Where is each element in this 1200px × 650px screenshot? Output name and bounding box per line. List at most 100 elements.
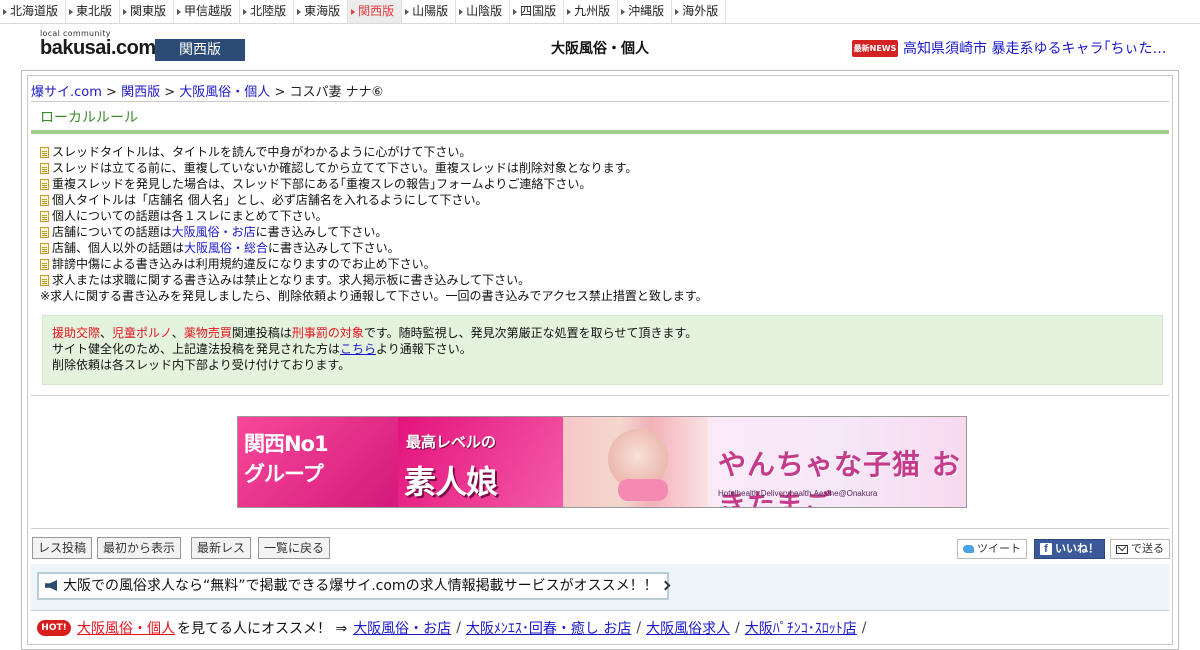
rule-text: に書き込みして下さい。 — [255, 225, 388, 239]
ad-banner[interactable]: 関西No1 グループ 最高レベルの 素人娘 やんちゃな子猫 おきたまご Hote… — [237, 416, 967, 508]
edition-badge: 関西版 — [155, 39, 245, 61]
warning-term: 薬物売買 — [183, 326, 232, 340]
rule-item: 誹謗中傷による書き込みは利用規約違反になりますのでお止め下さい。 — [40, 256, 1160, 272]
breadcrumb: 爆サイ.com > 関西版 > 大阪風俗・個人 > コスパ妻 ナナ⑥ — [31, 81, 383, 100]
local-rules-list: スレッドタイトルは、タイトルを読んで中身がわかるように心がけて下さい。 スレッド… — [40, 144, 1160, 304]
region-tab-kanto[interactable]: 関東版 — [120, 0, 175, 23]
warning-term: 援助交際 — [52, 326, 101, 340]
region-tab-okinawa[interactable]: 沖縄版 — [618, 0, 673, 23]
document-icon — [40, 226, 49, 238]
news-ticker[interactable]: 最新NEWS 高知県須崎市 暴走系ゆるキャラ｢ちぃた… — [852, 38, 1182, 58]
legal-warning-box: 援助交際、児童ポルノ、薬物売買関連投稿は刑事罰の対象です。随時監視し、発見次第厳… — [42, 315, 1163, 385]
site-logo[interactable]: local community bakusai.com — [40, 29, 156, 60]
rule-item: スレッドタイトルは、タイトルを読んで中身がわかるように心がけて下さい。 — [40, 144, 1160, 160]
warning-line-1: 援助交際、児童ポルノ、薬物売買関連投稿は刑事罰の対象です。随時監視し、発見次第厳… — [52, 325, 1153, 341]
rule-item: 店舗、個人以外の話題は 大阪風俗・総合 に書き込みして下さい。 — [40, 240, 1160, 256]
warning-term: 児童ポルノ — [112, 326, 172, 340]
rule-text: スレッドは立てる前に、重複していないか確認してから立てて下さい。重複スレッドは削… — [52, 161, 638, 175]
hot-badge-icon: HOT! — [37, 620, 71, 636]
rule-item: スレッドは立てる前に、重複していないか確認してから立てて下さい。重複スレッドは削… — [40, 160, 1160, 176]
rule-text: 個人タイトルは「店舗名 個人名」とし、必ず店舗名を入れるようにして下さい。 — [52, 193, 488, 207]
breadcrumb-current: コスパ妻 ナナ⑥ — [289, 85, 384, 100]
breadcrumb-link-kansai[interactable]: 関西版 — [121, 85, 160, 100]
breadcrumb-link-board[interactable]: 大阪風俗・個人 — [179, 85, 270, 100]
document-icon — [40, 162, 49, 174]
main-frame: 爆サイ.com > 関西版 > 大阪風俗・個人 > コスパ妻 ナナ⑥ ローカルル… — [21, 70, 1179, 650]
divider — [31, 528, 1169, 529]
divider — [31, 610, 1169, 611]
banner-text: 素人娘 — [404, 463, 498, 501]
rule-item: 求人または求職に関する書き込みは禁止となります。求人掲示板に書き込みして下さい。 — [40, 272, 1160, 288]
facebook-f-icon: f — [1040, 543, 1052, 555]
region-tab-hokkaido[interactable]: 北海道版 — [0, 0, 67, 23]
banner-text: 最高レベルの — [406, 433, 497, 451]
back-to-list-button[interactable]: 一覧に戻る — [258, 537, 331, 559]
tweet-button[interactable]: ツイート — [957, 539, 1027, 559]
tweet-label: ツイート — [977, 542, 1021, 555]
like-label: いいね！ — [1055, 542, 1099, 555]
document-icon — [40, 178, 49, 190]
banner-photo — [563, 417, 708, 507]
recommend-link[interactable]: 大阪ﾒﾝｴｽ･回春・癒し お店 — [466, 618, 631, 638]
recommend-separator: / — [636, 620, 642, 636]
warning-line-3: 削除依頼は各スレッド内下部より受け付けております。 — [52, 358, 351, 372]
rule-text: 個人についての話題は各１スレにまとめて下さい。 — [52, 209, 328, 223]
banner-text: グループ — [244, 462, 324, 486]
recruit-notice-link[interactable]: 大阪での風俗求人なら“無料”で掲載できる爆サイ.comの求人情報掲載サービスがオ… — [37, 572, 671, 600]
news-headline-link[interactable]: 高知県須崎市 暴走系ゆるキャラ｢ちぃた… — [903, 38, 1166, 58]
logo-wordmark: bakusai.com — [40, 37, 156, 59]
post-reply-button[interactable]: レス投稿 — [32, 537, 93, 559]
document-icon — [40, 274, 49, 286]
rule-text: に書き込みして下さい。 — [268, 241, 400, 255]
document-icon — [40, 210, 49, 222]
region-tab-tokai[interactable]: 東海版 — [294, 0, 349, 23]
link-osaka-shop-board[interactable]: 大阪風俗・お店 — [172, 224, 256, 240]
breadcrumb-separator: > — [164, 85, 176, 100]
show-from-start-button[interactable]: 最初から表示 — [97, 537, 182, 559]
divider — [31, 395, 1169, 396]
news-badge-icon: 最新NEWS — [852, 39, 898, 57]
warning-text: サイト健全化のため、上記違法投稿を発見された方は — [52, 342, 341, 356]
chevron-right-icon — [660, 580, 671, 591]
breadcrumb-link-top[interactable]: 爆サイ.com — [31, 85, 102, 100]
banner-brand: やんちゃな子猫 おきたまご — [718, 448, 961, 508]
banner-right-panel: やんちゃな子猫 おきたまご Hotelhealth.Deliveryhealth… — [708, 417, 966, 507]
region-tab-tohoku[interactable]: 東北版 — [66, 0, 121, 23]
region-tab-kansai[interactable]: 関西版 — [348, 0, 403, 23]
document-icon — [40, 146, 49, 158]
region-tab-sanyo[interactable]: 山陽版 — [402, 0, 457, 23]
banner-mid-panel: 最高レベルの 素人娘 — [398, 417, 563, 507]
facebook-like-button[interactable]: f いいね！ — [1034, 539, 1105, 559]
rule-note: ※求人に関する書き込みを発見しましたら、削除依頼より通報して下さい。一回の書き込… — [40, 288, 1160, 304]
region-tab-koshinetsu[interactable]: 甲信越版 — [174, 0, 241, 23]
content-panel: 爆サイ.com > 関西版 > 大阪風俗・個人 > コスパ妻 ナナ⑥ ローカルル… — [27, 75, 1173, 645]
region-tab-hokuriku[interactable]: 北陸版 — [240, 0, 295, 23]
rule-item: 重複スレッドを発見した場合は、スレッド下部にある｢重複スレの報告｣フォームよりご… — [40, 176, 1160, 192]
recommend-separator: / — [456, 620, 461, 636]
region-tab-kyushu[interactable]: 九州版 — [564, 0, 619, 23]
latest-replies-button[interactable]: 最新レス — [191, 537, 252, 559]
report-link[interactable]: こちら — [340, 342, 376, 356]
banner-left-panel: 関西No1 グループ — [238, 417, 398, 507]
region-tab-sanin[interactable]: 山陰版 — [456, 0, 511, 23]
send-by-mail-button[interactable]: で送る — [1110, 539, 1170, 559]
warning-term: 刑事罰の対象 — [291, 326, 364, 340]
document-icon — [40, 194, 49, 206]
envelope-icon — [1116, 544, 1128, 554]
region-tab-overseas[interactable]: 海外版 — [672, 0, 727, 23]
divider — [31, 101, 1169, 102]
recommend-separator: / — [735, 620, 740, 636]
rule-item: 個人についての話題は各１スレにまとめて下さい。 — [40, 208, 1160, 224]
recommend-link[interactable]: 大阪ﾊﾟﾁﾝｺ･ｽﾛｯﾄ店 — [745, 618, 857, 638]
link-osaka-general-board[interactable]: 大阪風俗・総合 — [184, 240, 268, 256]
region-tab-shikoku[interactable]: 四国版 — [510, 0, 565, 23]
recommend-text: を見てる人にオススメ！ ⇒ — [177, 621, 348, 637]
recommend-current-board-link[interactable]: 大阪風俗・個人 — [77, 618, 175, 638]
region-nav: 北海道版 東北版 関東版 甲信越版 北陸版 東海版 関西版 山陽版 山陰版 四国… — [0, 0, 1200, 24]
warning-line-2: サイト健全化のため、上記違法投稿を発見された方はこちらより通報下さい。 — [52, 341, 1153, 357]
breadcrumb-separator: > — [106, 85, 117, 100]
recommend-link[interactable]: 大阪風俗求人 — [646, 618, 730, 638]
recommend-link[interactable]: 大阪風俗・お店 — [353, 618, 451, 638]
recruit-strip: 大阪での風俗求人なら“無料”で掲載できる爆サイ.comの求人情報掲載サービスがオ… — [31, 564, 1169, 610]
warning-text: 、 — [171, 326, 184, 340]
